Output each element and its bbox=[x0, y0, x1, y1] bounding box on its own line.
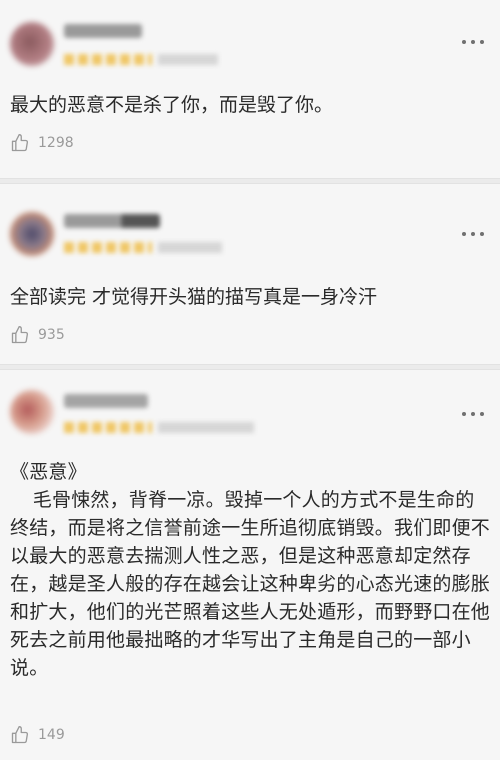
date-blurred bbox=[158, 422, 254, 433]
username-blurred[interactable] bbox=[64, 214, 160, 228]
review-paragraph: 毛骨悚然，背脊一凉。毁掉一个人的方式不是生命的终结，而是将之信誉前途一生所追彻底… bbox=[10, 489, 491, 679]
like-count: 1298 bbox=[38, 135, 74, 151]
thumbs-up-icon bbox=[11, 134, 29, 152]
like-count: 935 bbox=[38, 327, 65, 343]
username-blurred[interactable] bbox=[64, 24, 142, 38]
username-blurred[interactable] bbox=[64, 394, 148, 408]
avatar[interactable] bbox=[10, 212, 54, 256]
comment-2: 全部读完 才觉得开头猫的描写真是一身冷汗 935 bbox=[0, 186, 500, 366]
like-button[interactable]: 1298 bbox=[10, 132, 74, 154]
rating-blurred bbox=[64, 54, 152, 65]
more-dots-icon[interactable] bbox=[462, 410, 486, 418]
more-dots-icon[interactable] bbox=[462, 38, 486, 46]
more-dots-icon[interactable] bbox=[462, 230, 486, 238]
date-blurred bbox=[158, 54, 218, 65]
rating-blurred bbox=[64, 422, 152, 433]
divider bbox=[0, 364, 500, 370]
comment-text: 《恶意》 毛骨悚然，背脊一凉。毁掉一个人的方式不是生命的终结，而是将之信誉前途一… bbox=[10, 458, 492, 682]
avatar[interactable] bbox=[10, 22, 54, 66]
review-title: 《恶意》 bbox=[10, 461, 87, 483]
divider bbox=[0, 178, 500, 184]
comment-1: 最大的恶意不是杀了你，而是毁了你。 1298 bbox=[0, 0, 500, 180]
rating-blurred bbox=[64, 242, 152, 253]
like-button[interactable]: 149 bbox=[10, 724, 65, 746]
thumbs-up-icon bbox=[11, 326, 29, 344]
like-button[interactable]: 935 bbox=[10, 324, 65, 346]
comment-text: 最大的恶意不是杀了你，而是毁了你。 bbox=[10, 94, 334, 116]
like-count: 149 bbox=[38, 727, 65, 743]
avatar[interactable] bbox=[10, 390, 54, 434]
date-blurred bbox=[158, 242, 222, 253]
thumbs-up-icon bbox=[11, 726, 29, 744]
comment-text: 全部读完 才觉得开头猫的描写真是一身冷汗 bbox=[10, 286, 378, 308]
comment-3: 《恶意》 毛骨悚然，背脊一凉。毁掉一个人的方式不是生命的终结，而是将之信誉前途一… bbox=[0, 372, 500, 760]
